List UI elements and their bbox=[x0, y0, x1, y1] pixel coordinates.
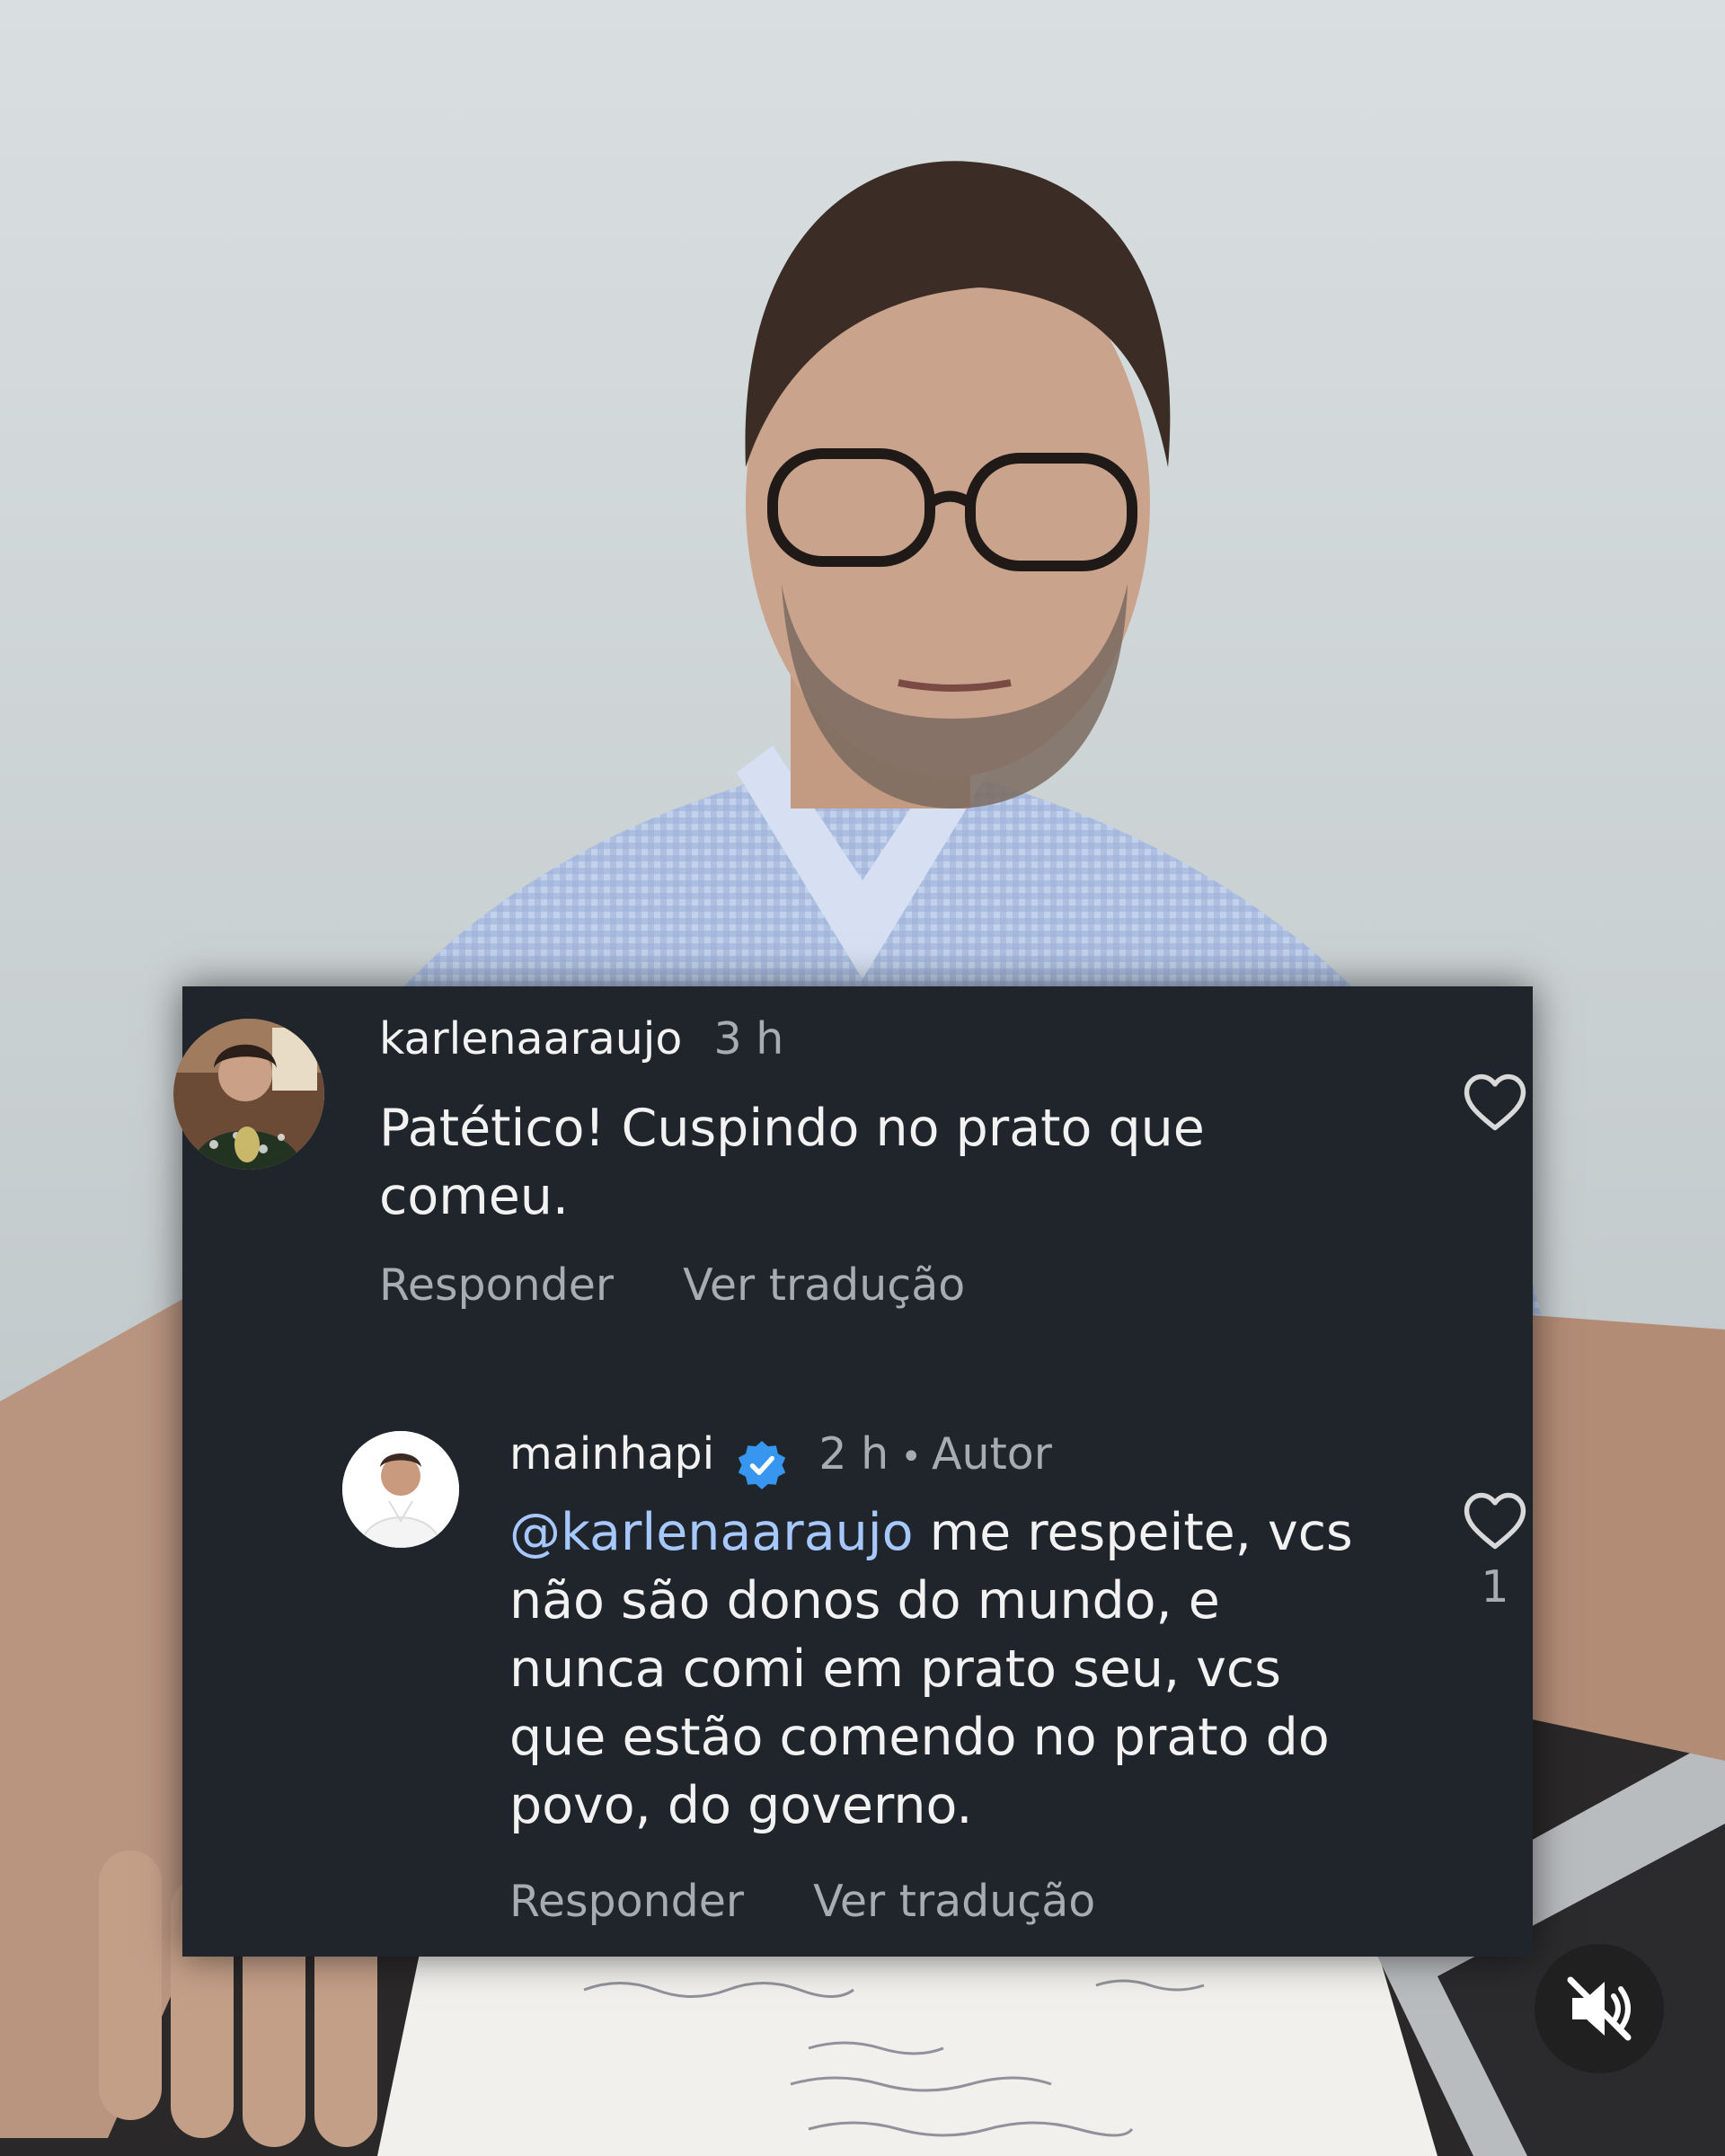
avatar[interactable] bbox=[173, 1019, 324, 1170]
translate-button[interactable]: Ver tradução bbox=[813, 1876, 1095, 1927]
like-count: 1 bbox=[1481, 1561, 1509, 1613]
reply-item: mainhapi 2 h • Autor @karlenaaraujo me r… bbox=[182, 1418, 1533, 1957]
speaker-muted-icon bbox=[1567, 1976, 1632, 2041]
reply-button[interactable]: Responder bbox=[379, 1259, 614, 1311]
separator-dot: • bbox=[900, 1436, 922, 1478]
verified-badge-icon bbox=[735, 1438, 789, 1492]
mention-link[interactable]: @karlenaaraujo bbox=[509, 1503, 913, 1562]
reply-timestamp: 2 h bbox=[818, 1428, 889, 1480]
like-button[interactable] bbox=[1462, 1491, 1528, 1551]
comment-thread-card: karlenaaraujo 3 h Patético! Cuspindo no … bbox=[173, 986, 1533, 1957]
reply-button[interactable]: Responder bbox=[509, 1876, 744, 1927]
heart-outline-icon bbox=[1464, 1492, 1526, 1550]
like-button[interactable] bbox=[1462, 1073, 1528, 1132]
comment-actions: Responder Ver tradução bbox=[379, 1259, 965, 1311]
comment-item: karlenaaraujo 3 h Patético! Cuspindo no … bbox=[173, 986, 1533, 1364]
mute-toggle-button[interactable] bbox=[1535, 1944, 1664, 2073]
comment-username[interactable]: karlenaaraujo bbox=[379, 1013, 682, 1065]
comment-text: Patético! Cuspindo no prato que comeu. bbox=[379, 1099, 1205, 1226]
avatar[interactable] bbox=[342, 1431, 459, 1548]
reply-username[interactable]: mainhapi bbox=[509, 1428, 714, 1480]
reply-header: mainhapi 2 h • Autor bbox=[509, 1428, 1052, 1492]
user-photo-icon bbox=[173, 1019, 324, 1170]
reply-actions: Responder Ver tradução bbox=[509, 1876, 1095, 1927]
translate-button[interactable]: Ver tradução bbox=[683, 1259, 965, 1311]
user-photo-icon bbox=[342, 1431, 459, 1548]
comment-header: karlenaaraujo 3 h bbox=[379, 1013, 783, 1065]
author-tag: Autor bbox=[932, 1428, 1052, 1480]
heart-outline-icon bbox=[1464, 1074, 1526, 1131]
comment-timestamp: 3 h bbox=[713, 1013, 784, 1065]
reply-text: @karlenaaraujo me respeite, vcs não são … bbox=[509, 1498, 1480, 1840]
